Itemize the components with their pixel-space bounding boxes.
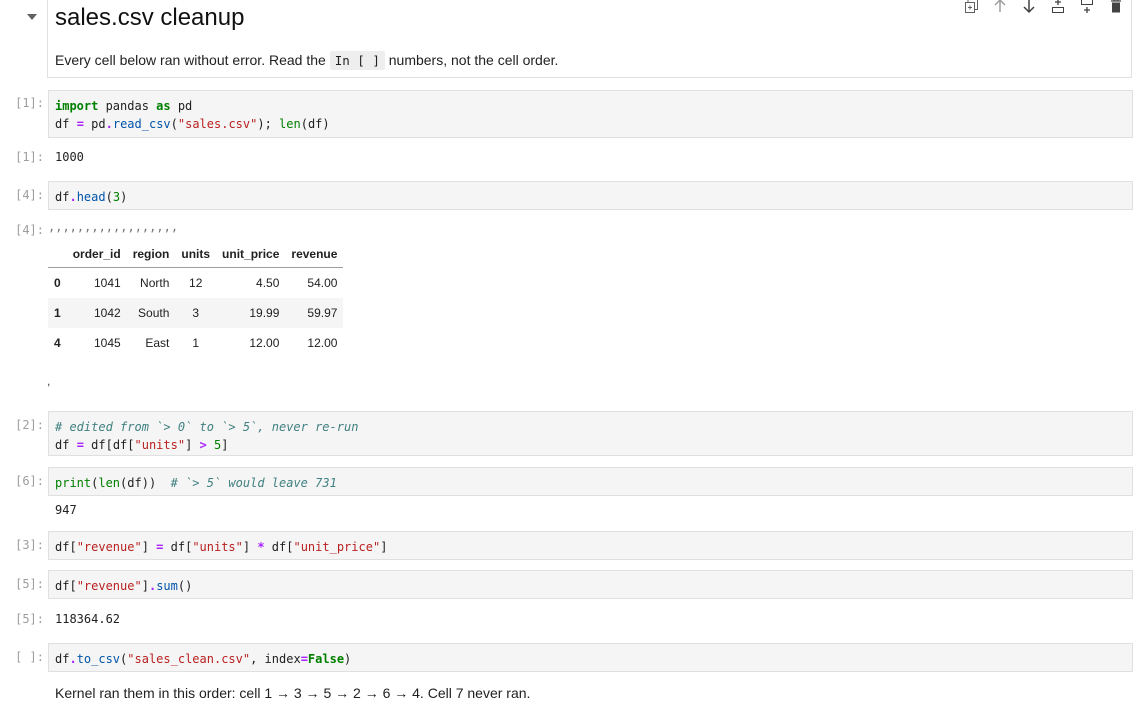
cell-revenue: 59.97 <box>307 306 338 320</box>
table-header: region <box>126 240 176 268</box>
footer-note: Kernel ran them in this order: cell 1 → … <box>55 685 531 701</box>
cell-6-output: 947 <box>55 503 77 517</box>
move-up-icon[interactable] <box>989 0 1011 16</box>
row-index: 4 <box>54 336 61 350</box>
output-trailing-artifact: , <box>47 374 51 388</box>
output-artifact: ,,,,,,,,,,,,,,,,,, <box>48 220 179 234</box>
cell-unit-price: 4.50 <box>256 276 280 290</box>
cell-order-id: 1041 <box>94 276 121 290</box>
cell-5-output-prompt: [5]: <box>15 612 44 626</box>
table-header-row: order_id region units unit_price revenue <box>48 240 344 268</box>
cell-1-code[interactable]: import pandas as pd df = pd.read_csv("sa… <box>48 90 1133 138</box>
dataframe-table: order_id region units unit_price revenue… <box>48 240 344 358</box>
insert-above-icon[interactable] <box>1047 0 1069 16</box>
cell-unit-price: 12.00 <box>249 336 280 350</box>
cell-7-code[interactable]: df.to_csv("sales_clean.csv", index=False… <box>48 643 1133 672</box>
cell-2-code[interactable]: # edited from `> 0` to `> 5`, never re-r… <box>48 411 1133 456</box>
cell-5-input-prompt: [5]: <box>15 577 44 591</box>
cell-region: South <box>138 306 170 320</box>
cell-1-input-prompt: [1]: <box>15 96 44 110</box>
cell-toolbar <box>960 0 1127 16</box>
cell-2-input-prompt: [2]: <box>15 418 44 432</box>
collapse-cell-icon[interactable] <box>26 11 38 23</box>
insert-below-icon[interactable] <box>1076 0 1098 16</box>
duplicate-icon[interactable] <box>960 0 982 16</box>
table-row: 0 1041 North 12 4.50 54.00 <box>48 268 343 299</box>
table-header: revenue <box>285 240 344 268</box>
cell-5-output: 118364.62 <box>55 612 121 626</box>
cell-3-input-prompt: [3]: <box>15 538 44 552</box>
table-header: order_id <box>66 240 127 268</box>
cell-units: 1 <box>192 336 200 350</box>
cell-6-input-prompt: [6]: <box>15 474 44 488</box>
cell-4-input-prompt: [4]: <box>15 188 44 202</box>
table-header: unit_price <box>216 240 286 268</box>
row-index: 1 <box>54 306 61 320</box>
table-header <box>48 240 67 268</box>
row-index: 0 <box>54 276 61 290</box>
description-text-after: numbers, not the cell order. <box>384 52 559 68</box>
description-text-before: Every cell below ran without error. Read… <box>55 52 330 68</box>
cell-region: East <box>145 336 170 350</box>
cell-4-code[interactable]: df.head(3) <box>48 181 1133 210</box>
table-row: 1 1042 South 3 19.99 59.97 <box>48 298 344 328</box>
cell-3-code[interactable]: df["revenue"] = df["units"] * df["unit_p… <box>48 531 1133 560</box>
cell-revenue: 12.00 <box>307 336 338 350</box>
cell-order-id: 1045 <box>94 336 121 350</box>
cell-units: 12 <box>189 276 203 290</box>
cell-region: North <box>140 276 170 290</box>
cell-6-code[interactable]: print(len(df)) # `> 5` would leave 731 <box>48 467 1133 496</box>
delete-icon[interactable] <box>1105 0 1127 16</box>
cell-1-output: 1000 <box>55 150 84 164</box>
notebook-title: sales.csv cleanup <box>55 4 245 31</box>
move-down-icon[interactable] <box>1018 0 1040 16</box>
markdown-description: Every cell below ran without error. Read… <box>55 51 559 70</box>
table-header: units <box>175 240 217 268</box>
inline-code: In [ ] <box>329 51 385 70</box>
cell-5-code[interactable]: df["revenue"].sum() <box>48 570 1133 599</box>
cell-unit-price: 19.99 <box>249 306 280 320</box>
cell-units: 3 <box>192 306 200 320</box>
table-row: 4 1045 East 1 12.00 12.00 <box>48 328 343 358</box>
cell-1-output-prompt: [1]: <box>15 150 44 164</box>
cell-order-id: 1042 <box>94 306 121 320</box>
cell-4-output-prompt: [4]: <box>15 223 44 237</box>
cell-revenue: 54.00 <box>307 276 338 290</box>
cell-7-input-prompt: [ ]: <box>15 650 44 664</box>
